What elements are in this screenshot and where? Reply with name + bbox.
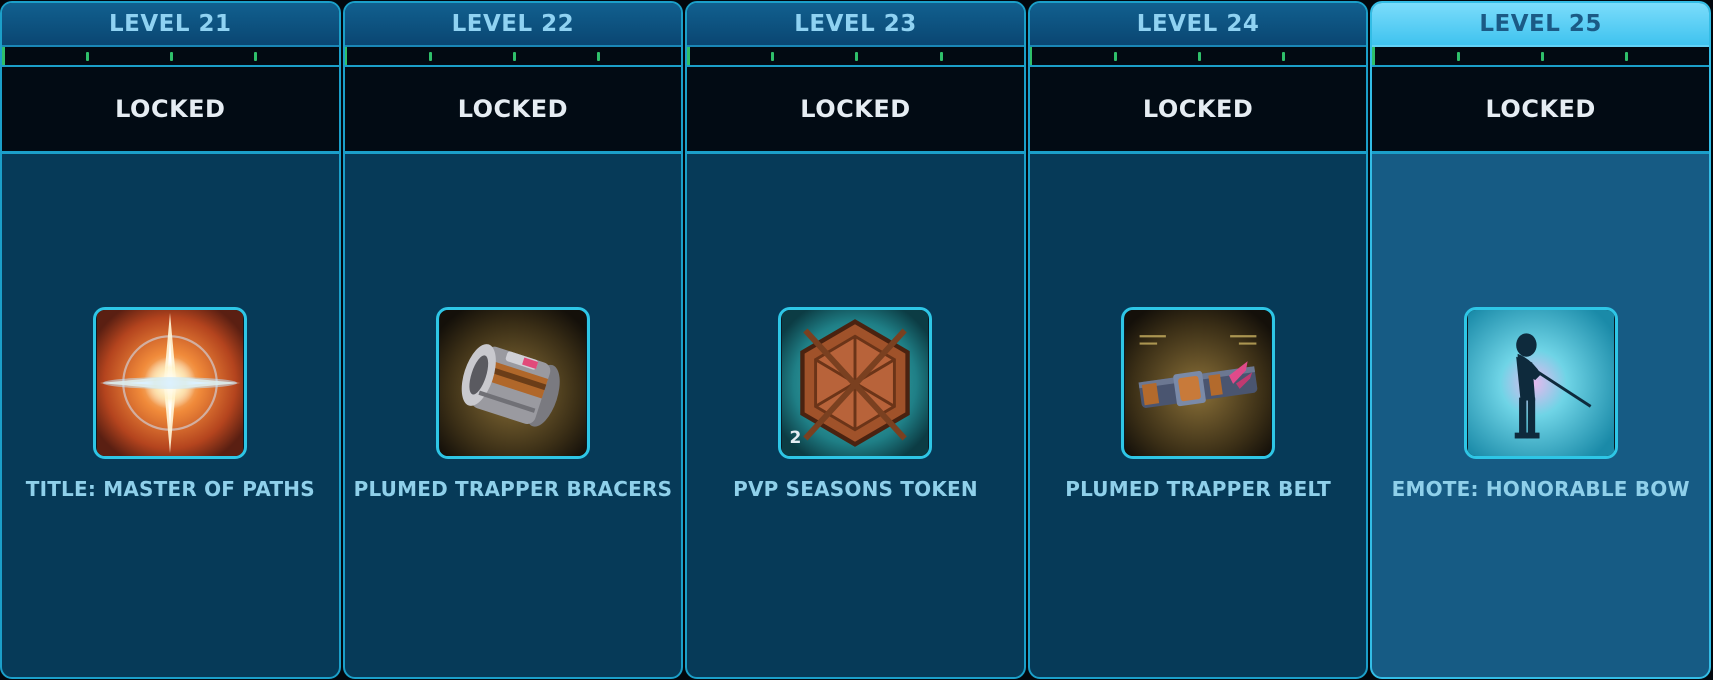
lock-status-box: LOCKED	[2, 67, 339, 154]
progress-tick	[1456, 52, 1460, 61]
lock-status-label: LOCKED	[457, 95, 569, 123]
level-label: LEVEL 24	[1136, 11, 1260, 37]
progress-tick	[86, 52, 90, 61]
progress-tick	[170, 52, 174, 61]
level-label: LEVEL 22	[451, 11, 575, 37]
starburst-icon	[97, 310, 244, 456]
lock-status-box: LOCKED	[1372, 67, 1709, 154]
progress-fill	[687, 47, 690, 65]
belt-icon	[1125, 310, 1272, 456]
reward-icon-frame[interactable]	[1121, 307, 1276, 459]
progress-tick	[939, 52, 943, 61]
reward-name: EMOTE: HONORABLE BOW	[1391, 477, 1690, 501]
level-progress-bar	[1372, 47, 1709, 67]
level-header: LEVEL 22	[344, 3, 682, 47]
progress-tick	[1282, 52, 1286, 61]
reward-name: PLUMED TRAPPER BELT	[1065, 477, 1331, 501]
lock-status-label: LOCKED	[1485, 95, 1596, 123]
progress-tick	[1540, 52, 1544, 61]
reward-icon-frame[interactable]	[435, 307, 590, 459]
level-progress-bar	[2, 47, 339, 67]
level-label: LEVEL 25	[1479, 11, 1602, 37]
reward-name: TITLE: MASTER OF PATHS	[25, 477, 315, 501]
reward-quantity: 2	[789, 428, 802, 448]
bowing-figure-icon	[1467, 310, 1614, 456]
progress-fill	[1372, 47, 1376, 65]
lock-status-box: LOCKED	[344, 67, 682, 154]
level-progress-bar	[1029, 47, 1367, 67]
progress-tick	[771, 52, 775, 61]
level-column-22[interactable]: LEVEL 22 LOCKED PLUMED TRAPPER BRACERS	[342, 1, 684, 679]
level-progress-bar	[687, 47, 1024, 67]
level-column-21[interactable]: LEVEL 21 LOCKED TITLE: MASTER OF PATHS	[0, 1, 341, 679]
level-header: LEVEL 21	[2, 3, 339, 47]
progress-tick	[1624, 52, 1628, 61]
level-column-24[interactable]: LEVEL 24 LOCKED PLUMED TRAPPER BELT	[1027, 1, 1369, 679]
season-reward-track: LEVEL 21 LOCKED TITLE: MASTER OF PATHS L…	[0, 0, 1713, 680]
progress-tick	[254, 52, 258, 61]
level-label: LEVEL 21	[109, 11, 232, 37]
lock-status-label: LOCKED	[800, 95, 911, 123]
level-label: LEVEL 23	[794, 11, 917, 37]
lock-status-box: LOCKED	[687, 67, 1024, 154]
progress-tick	[512, 52, 516, 61]
level-header: LEVEL 23	[687, 3, 1024, 47]
level-progress-bar	[344, 47, 682, 67]
level-header: LEVEL 24	[1029, 3, 1367, 47]
progress-tick	[1113, 52, 1117, 61]
level-column-25[interactable]: LEVEL 25 LOCKED EMOTE: HONORABLE BOW	[1370, 1, 1711, 679]
reward-icon-frame[interactable]	[93, 307, 248, 459]
reward-name: PLUMED TRAPPER BRACERS	[353, 477, 673, 501]
progress-tick	[597, 52, 601, 61]
hexagon-token-icon	[782, 310, 929, 456]
reward-icon-frame[interactable]: 2	[778, 307, 933, 459]
lock-status-box: LOCKED	[1029, 67, 1367, 154]
progress-tick	[1198, 52, 1202, 61]
bracers-icon	[439, 310, 586, 456]
progress-fill	[344, 47, 348, 65]
lock-status-label: LOCKED	[115, 95, 226, 123]
reward-name: PVP SEASONS TOKEN	[733, 477, 978, 501]
lock-status-label: LOCKED	[1142, 95, 1254, 123]
progress-fill	[1029, 47, 1033, 65]
level-header: LEVEL 25	[1372, 3, 1709, 47]
reward-icon-frame[interactable]	[1463, 307, 1618, 459]
progress-fill	[2, 47, 5, 65]
progress-tick	[428, 52, 432, 61]
level-column-23[interactable]: LEVEL 23 LOCKED 2 PVP SEASONS TOKEN	[685, 1, 1026, 679]
progress-tick	[855, 52, 859, 61]
